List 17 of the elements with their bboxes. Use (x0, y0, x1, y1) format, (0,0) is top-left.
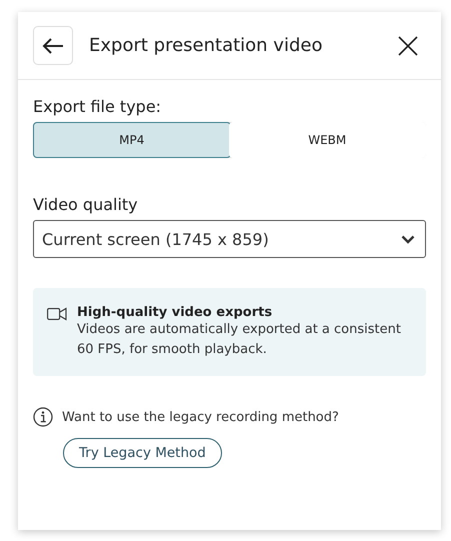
notice-title: High-quality video exports (77, 305, 274, 320)
dropdown-value: Current screen (1745 x 859) (42, 230, 270, 248)
legacy-question: Want to use the legacy recording method? (62, 410, 339, 424)
back-button[interactable] (33, 26, 73, 65)
video-camera-icon (47, 307, 67, 321)
close-icon (398, 36, 418, 56)
field-label: Video quality (33, 195, 139, 214)
back-arrow-icon (42, 38, 64, 54)
field-label: Export file type: (33, 97, 162, 116)
chevron-down-icon (401, 234, 415, 244)
quality-dropdown[interactable]: Current screen (1745 x 859) (33, 220, 426, 258)
notice-text: Videos are automatically exported at a consistent 60 FPS, for smooth playback. (77, 321, 402, 359)
try-legacy-button[interactable]: Try Legacy Method (63, 438, 222, 468)
dialog-title: Export presentation video (89, 35, 324, 56)
file-type-option[interactable]: MP4 (33, 122, 230, 158)
file-type-option[interactable]: WEBM (228, 122, 426, 158)
info-icon (33, 407, 53, 427)
